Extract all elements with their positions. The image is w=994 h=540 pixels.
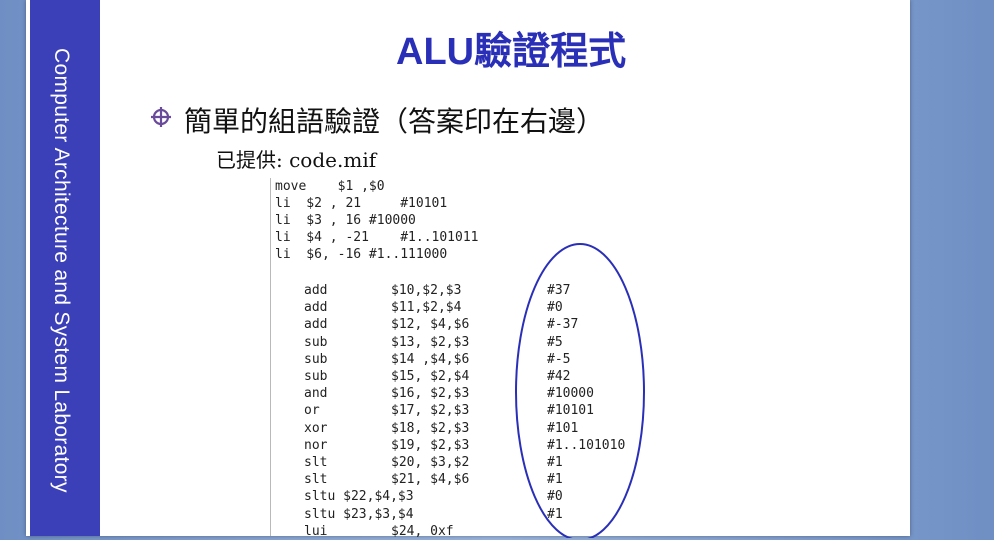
instruction-op: xor: [304, 420, 328, 436]
instruction-args: $15, $2,$4: [391, 369, 470, 384]
instruction-args: $13, $2,$3: [391, 334, 470, 350]
code-header-line: li $6, -16 #1..111000: [275, 247, 448, 262]
code-header-line: li $2 , 21 #10101: [275, 196, 448, 211]
instruction-op: sub: [304, 351, 328, 367]
instruction-op: add: [304, 317, 328, 333]
code-header-line: move $1 ,$0: [275, 179, 385, 194]
instruction-args: $19, $2,$3: [391, 437, 470, 453]
instruction-op: lui: [304, 523, 328, 539]
instruction-op: and: [304, 386, 328, 402]
instruction-args: $24, 0xf: [391, 523, 454, 539]
instruction-args: $16, $2,$3: [391, 386, 470, 402]
sidebar-title: Computer Architecture and System Laborat…: [50, 48, 73, 493]
instruction-op: nor: [304, 437, 328, 453]
instruction-op: slt: [304, 455, 328, 470]
code-header-line: li $4 , -21 #1..101011: [275, 230, 479, 245]
slide-title: ALU驗證程式: [396, 31, 627, 73]
instruction-args: $10,$2,$3: [391, 283, 462, 298]
code-header-line: li $3 , 16 #10000: [275, 213, 416, 228]
provided-file: code.mif: [289, 148, 377, 172]
instruction-args: $18, $2,$3: [391, 420, 470, 436]
bullet-text: 簡單的組語驗證（答案印在右邊）: [184, 105, 605, 138]
instruction-op: sltu $23,$3,$4: [304, 506, 414, 522]
crosshair-circle-icon: [151, 107, 171, 127]
provided-label: 已提供:: [216, 148, 283, 172]
instruction-args: $12, $4,$6: [391, 317, 470, 333]
instruction-args: $11,$2,$4: [391, 300, 462, 316]
instruction-args: $21, $4,$6: [391, 472, 470, 488]
instruction-op: add: [304, 283, 328, 298]
instruction-op: add: [304, 300, 328, 316]
instruction-args: $17, $2,$3: [391, 403, 470, 419]
instruction-args: $14 ,$4,$6: [391, 351, 470, 367]
answer-highlight-ellipse: [515, 243, 645, 538]
instruction-op: or: [304, 403, 320, 419]
instruction-op: sub: [304, 334, 328, 350]
instruction-op: sub: [304, 369, 328, 384]
provided-line: 已提供: code.mif: [216, 144, 376, 173]
instruction-op: sltu $22,$4,$3: [304, 489, 414, 505]
instruction-args: $20, $3,$2: [391, 455, 470, 470]
instruction-op: slt: [304, 472, 328, 488]
